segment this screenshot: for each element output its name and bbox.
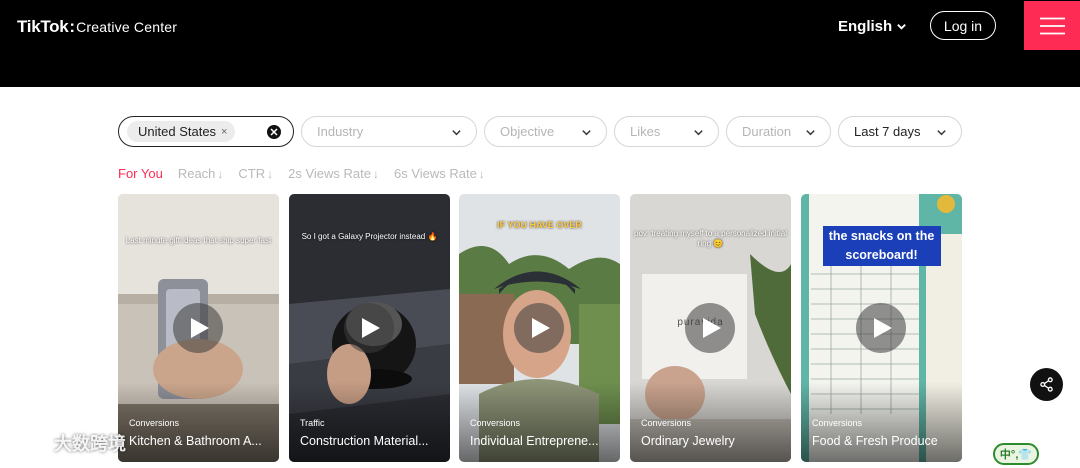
watermark-logo-icon — [10, 434, 48, 452]
chevron-down-icon — [452, 130, 461, 136]
objective-filter[interactable]: Objective — [484, 116, 607, 147]
share-button[interactable] — [1030, 368, 1063, 401]
tab-label: 6s Views Rate — [393, 166, 477, 181]
sort-tabs: For You Reach ↓ CTR ↓ 2s Views Rate ↓ 6s… — [118, 166, 485, 181]
play-button[interactable] — [856, 303, 906, 353]
play-icon — [702, 318, 721, 338]
tab-ctr[interactable]: CTR ↓ — [238, 166, 273, 181]
corner-badge[interactable]: 中°,👕 — [993, 443, 1039, 465]
sort-arrow-icon: ↓ — [267, 166, 274, 181]
video-caption: Last minute gift ideas that ship super f… — [125, 236, 272, 245]
duration-filter[interactable]: Duration — [726, 116, 831, 147]
tab-reach[interactable]: Reach ↓ — [178, 166, 224, 181]
hamburger-menu-button[interactable] — [1024, 1, 1080, 50]
card-objective-tag: Conversions — [812, 418, 863, 428]
chevron-down-icon — [694, 130, 703, 136]
card-objective-tag: Traffic — [300, 418, 325, 428]
likes-placeholder: Likes — [630, 124, 661, 139]
play-button[interactable] — [344, 303, 394, 353]
clear-filter-icon[interactable] — [267, 125, 281, 139]
caption-highlight: the snacks on the scoreboard! — [822, 226, 941, 266]
top-navigation-bar: TikTok : Creative Center English Log in — [0, 0, 1080, 87]
watermark: 大数跨境 — [8, 430, 126, 456]
card-industry-title: Kitchen & Bathroom A... — [129, 434, 262, 448]
sort-arrow-icon: ↓ — [372, 166, 379, 181]
sort-arrow-icon: ↓ — [217, 166, 224, 181]
likes-filter[interactable]: Likes — [614, 116, 719, 147]
duration-placeholder: Duration — [742, 124, 792, 139]
video-card[interactable]: IF YOU HAVE OVER Conversions Individual … — [459, 194, 620, 462]
play-icon — [531, 318, 550, 338]
tiktok-creative-center-logo[interactable]: TikTok : Creative Center — [17, 17, 177, 37]
share-icon — [1040, 377, 1053, 392]
video-card[interactable]: the snacks on the scoreboard! Conversion… — [801, 194, 962, 462]
tab-for-you[interactable]: For You — [118, 166, 163, 181]
video-card[interactable]: pov: treating myself to a personalized i… — [630, 194, 791, 462]
hamburger-icon — [1039, 17, 1065, 34]
tab-label: For You — [118, 166, 163, 181]
card-objective-tag: Conversions — [641, 418, 692, 428]
language-label: English — [838, 18, 893, 35]
card-industry-title: Ordinary Jewelry — [641, 434, 735, 448]
play-button[interactable] — [685, 303, 735, 353]
industry-filter[interactable]: Industry — [301, 116, 477, 147]
login-button[interactable]: Log in — [930, 11, 996, 40]
play-icon — [873, 318, 892, 338]
product-name: Creative Center — [76, 19, 178, 35]
sort-arrow-icon: ↓ — [478, 166, 485, 181]
tab-label: Reach — [177, 166, 216, 181]
industry-placeholder: Industry — [317, 124, 364, 139]
country-chip-label: United States — [138, 124, 217, 139]
tab-2s-views-rate[interactable]: 2s Views Rate ↓ — [288, 166, 379, 181]
period-value: Last 7 days — [854, 124, 921, 139]
card-industry-title: Construction Material... — [300, 434, 429, 448]
video-caption: IF YOU HAVE OVER — [497, 220, 582, 230]
country-chip[interactable]: United States × — [127, 121, 236, 142]
video-caption: the snacks on the scoreboard! — [801, 226, 962, 266]
watermark-text: 大数跨境 — [54, 434, 126, 454]
video-caption: pov: treating myself to a personalized i… — [634, 229, 787, 249]
logo-separator: : — [69, 17, 76, 36]
language-selector[interactable]: English — [838, 18, 907, 35]
video-card[interactable]: So I got a Galaxy Projector instead 🔥 Tr… — [289, 194, 450, 462]
chevron-down-icon — [897, 24, 906, 30]
card-objective-tag: Conversions — [129, 418, 180, 428]
card-industry-title: Individual Entreprene... — [470, 434, 599, 448]
country-filter[interactable]: United States × — [118, 116, 294, 147]
brand-name: TikTok — [17, 17, 69, 36]
card-objective-tag: Conversions — [470, 418, 521, 428]
objective-placeholder: Objective — [500, 124, 555, 139]
card-industry-title: Food & Fresh Produce — [812, 434, 938, 448]
tab-6s-views-rate[interactable]: 6s Views Rate ↓ — [394, 166, 485, 181]
video-caption: So I got a Galaxy Projector instead 🔥 — [301, 232, 438, 241]
period-filter[interactable]: Last 7 days — [838, 116, 962, 147]
chevron-down-icon — [937, 130, 946, 136]
play-button[interactable] — [514, 303, 564, 353]
chip-remove-icon[interactable]: × — [221, 126, 227, 138]
chevron-down-icon — [806, 130, 815, 136]
play-icon — [190, 318, 209, 338]
play-button[interactable] — [173, 303, 223, 353]
tab-label: CTR — [238, 166, 266, 181]
chevron-down-icon — [582, 130, 591, 136]
tab-label: 2s Views Rate — [288, 166, 371, 181]
play-icon — [361, 318, 380, 338]
video-card[interactable]: Last minute gift ideas that ship super f… — [118, 194, 279, 462]
